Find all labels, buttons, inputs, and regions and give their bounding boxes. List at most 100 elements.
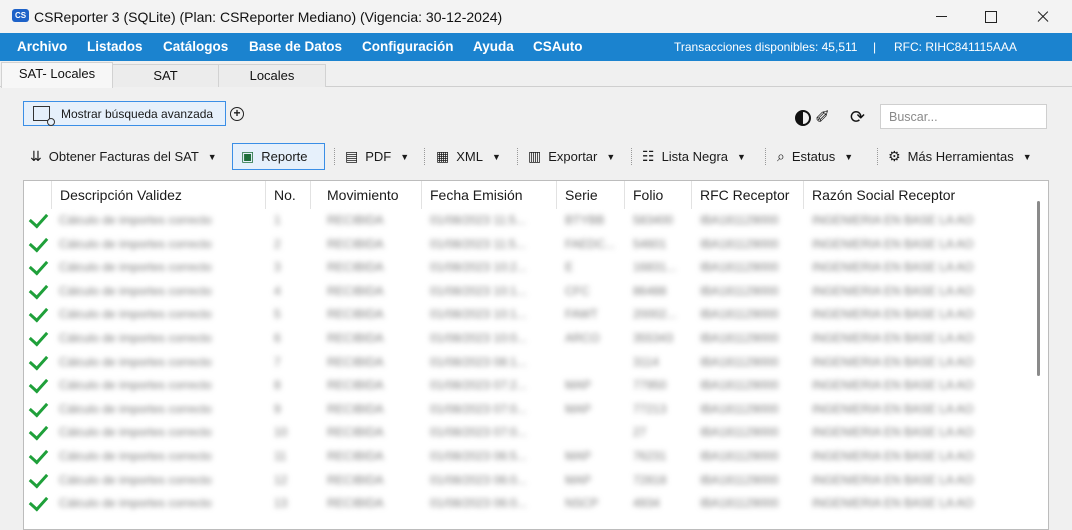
- table-row[interactable]: Cálculo de importes correcto 7 RECIBIDA 01/…: [24, 350, 1034, 375]
- table-cell: IBA181129000: [700, 236, 779, 251]
- tab-locales[interactable]: Locales: [218, 64, 326, 87]
- table-cell: INGENIERIA EN BASE LA AO: [812, 496, 974, 511]
- table-cell: 11: [274, 449, 287, 463]
- table-cell: 01/08/2023 07:0...: [430, 425, 527, 440]
- table-cell: 5: [274, 307, 281, 322]
- menu-base-de-datos[interactable]: Base de Datos: [249, 39, 342, 54]
- clear-brush-icon[interactable]: ✐: [815, 108, 830, 126]
- table-row[interactable]: Cálculo de importes correcto 1 RECIBIDA 01/…: [24, 208, 1034, 233]
- table-row[interactable]: Cálculo de importes correcto 4 RECIBIDA 01/…: [24, 279, 1034, 304]
- menu-ayuda[interactable]: Ayuda: [473, 39, 514, 54]
- table-cell: INGENIERIA EN BASE LA AO: [812, 260, 974, 275]
- table-cell: 27: [633, 425, 647, 440]
- valid-check-icon: [28, 232, 49, 253]
- close-button[interactable]: [1020, 0, 1066, 33]
- table-row[interactable]: Cálculo de importes correcto 8 RECIBIDA 01/…: [24, 373, 1034, 398]
- transactions-available: Transacciones disponibles: 45,511: [674, 40, 858, 54]
- table-cell: 01/08/2023 06:5...: [430, 449, 527, 463]
- blacklist-label: Lista Negra: [661, 149, 729, 164]
- maximize-button[interactable]: [968, 0, 1014, 33]
- table-cell: IBA181129000: [700, 354, 779, 369]
- table-cell: INGENIERIA EN BASE LA AO: [812, 283, 974, 298]
- menu-csauto[interactable]: CSAuto: [533, 39, 583, 54]
- table-cell: 72818: [633, 472, 667, 487]
- table-cell: 01/08/2023 10:0...: [430, 331, 527, 345]
- advanced-search-button[interactable]: Mostrar búsqueda avanzada: [23, 101, 226, 126]
- refresh-icon[interactable]: ⟳: [850, 108, 865, 126]
- table-cell: INGENIERIA EN BASE LA AO: [812, 401, 974, 416]
- header-razon-social[interactable]: Razón Social Receptor: [804, 181, 1034, 209]
- table-row[interactable]: Cálculo de importes correcto 3 RECIBIDA 01/…: [24, 255, 1034, 280]
- table-row[interactable]: Cálculo de importes correcto 13 RECIBIDA 01…: [24, 491, 1034, 516]
- table-cell: RECIBIDA: [327, 260, 384, 275]
- valid-check-icon: [28, 279, 49, 300]
- export-button[interactable]: ▥ Exportar ▼: [528, 143, 615, 170]
- chevron-down-icon: ▼: [400, 151, 410, 162]
- search-input[interactable]: [887, 105, 1041, 129]
- status-button[interactable]: ⌕ Estatus ▼: [777, 143, 853, 170]
- report-button[interactable]: ▣ Reporte: [232, 143, 325, 170]
- toolbar-divider: [424, 148, 426, 165]
- table-cell: Cálculo de importes correcto: [59, 236, 212, 251]
- table-cell: 16831...: [633, 260, 677, 275]
- table-cell: 9: [274, 401, 281, 416]
- tab-sat[interactable]: SAT: [112, 64, 219, 87]
- xml-button[interactable]: ▦ XML ▼: [436, 143, 501, 170]
- table-cell: Cálculo de importes correcto: [59, 401, 212, 416]
- header-rfc-receptor[interactable]: RFC Receptor: [692, 181, 804, 209]
- table-row[interactable]: Cálculo de importes correcto 11 RECIBIDA 01…: [24, 444, 1034, 469]
- table-cell: INGENIERIA EN BASE LA AO: [812, 425, 974, 440]
- menu-listados[interactable]: Listados: [87, 39, 143, 54]
- table-row[interactable]: Cálculo de importes correcto 5 RECIBIDA 01/…: [24, 302, 1034, 327]
- menu-configuracion[interactable]: Configuración: [362, 39, 454, 54]
- header-descripcion-validez[interactable]: Descripción Validez: [52, 181, 266, 209]
- header-folio[interactable]: Folio: [625, 181, 692, 209]
- header-fecha-emision[interactable]: Fecha Emisión: [422, 181, 557, 209]
- chevron-down-icon: ▼: [207, 151, 217, 162]
- search-box[interactable]: [880, 104, 1047, 129]
- table-row[interactable]: Cálculo de importes correcto 6 RECIBIDA 01/…: [24, 326, 1034, 351]
- valid-check-icon: [28, 373, 49, 394]
- table-cell: Cálculo de importes correcto: [59, 425, 212, 440]
- header-no[interactable]: No.: [266, 181, 311, 209]
- header-serie[interactable]: Serie: [557, 181, 625, 209]
- advanced-search-label: Mostrar búsqueda avanzada: [61, 107, 214, 121]
- pdf-icon: ▤: [345, 148, 359, 164]
- table-cell: CFC: [565, 283, 590, 298]
- table-row[interactable]: Cálculo de importes correcto 10 RECIBIDA 01…: [24, 420, 1034, 445]
- header-movimiento[interactable]: Movimiento: [311, 181, 422, 209]
- get-sat-invoices-label: Obtener Facturas del SAT: [48, 149, 199, 164]
- table-cell: 01/08/2023 10:2...: [430, 260, 527, 275]
- table-row[interactable]: Cálculo de importes correcto 9 RECIBIDA 01/…: [24, 397, 1034, 422]
- tab-sat-locales[interactable]: SAT- Locales: [1, 62, 113, 88]
- blacklist-button[interactable]: ☷ Lista Negra ▼: [642, 143, 746, 170]
- menu-catalogos[interactable]: Catálogos: [163, 39, 228, 54]
- table-cell: Cálculo de importes correcto: [59, 354, 212, 369]
- add-filter-icon[interactable]: +: [230, 107, 244, 121]
- table-cell: 01/08/2023 11:5...: [430, 236, 526, 251]
- table-cell: IBA181129000: [700, 496, 779, 511]
- table-row[interactable]: Cálculo de importes correcto 12 RECIBIDA 01…: [24, 468, 1034, 493]
- toolbar-divider: [631, 148, 633, 165]
- toolbar-divider: [877, 148, 879, 165]
- table-cell: 10: [274, 425, 288, 440]
- table-cell: IBA181129000: [700, 449, 779, 463]
- table-cell: MAP: [565, 449, 592, 463]
- table-cell: INGENIERIA EN BASE LA AO: [812, 236, 974, 251]
- table-cell: RECIBIDA: [327, 307, 384, 322]
- table-row[interactable]: Cálculo de importes correcto 2 RECIBIDA 01/…: [24, 232, 1034, 257]
- minimize-button[interactable]: [918, 0, 964, 33]
- table-cell: FAEDC...: [565, 236, 616, 251]
- menu-archivo[interactable]: Archivo: [17, 39, 67, 54]
- get-sat-invoices-button[interactable]: ⇊ Obtener Facturas del SAT ▼: [30, 143, 217, 170]
- pdf-button[interactable]: ▤ PDF ▼: [345, 143, 409, 170]
- table-cell: 583400: [633, 213, 674, 227]
- valid-check-icon: [28, 326, 49, 347]
- table-cell: RECIBIDA: [327, 283, 384, 298]
- more-tools-button[interactable]: ⚙ Más Herramientas ▼: [888, 143, 1032, 170]
- contrast-icon[interactable]: [795, 110, 811, 126]
- table-cell: RECIBIDA: [327, 213, 384, 227]
- table-cell: Cálculo de importes correcto: [59, 378, 212, 393]
- vertical-scrollbar[interactable]: [1037, 201, 1040, 376]
- app-logo-icon: CS: [12, 9, 29, 22]
